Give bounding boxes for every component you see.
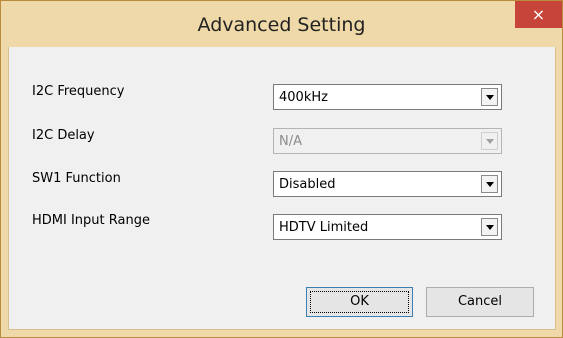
i2c-frequency-select[interactable]: 400kHz (273, 84, 502, 110)
hdmi-input-range-value: HDTV Limited (279, 220, 369, 235)
hdmi-input-range-select[interactable]: HDTV Limited (273, 214, 502, 240)
chevron-down-icon (481, 132, 498, 150)
cancel-button[interactable]: Cancel (426, 287, 534, 317)
dialog-title: Advanced Setting (197, 14, 366, 36)
chevron-down-icon[interactable] (481, 218, 498, 236)
close-icon: × (531, 5, 546, 24)
sw1-function-label: SW1 Function (32, 171, 121, 186)
i2c-frequency-value: 400kHz (279, 90, 328, 105)
sw1-function-value: Disabled (279, 177, 336, 192)
dialog-content: I2C Frequency 400kHz I2C Delay N/A SW1 F… (8, 47, 556, 330)
chevron-down-icon[interactable] (481, 88, 498, 106)
close-button[interactable]: × (515, 1, 562, 28)
title-bar[interactable]: Advanced Setting × (1, 1, 562, 47)
hdmi-input-range-label: HDMI Input Range (32, 213, 150, 228)
i2c-delay-value: N/A (279, 134, 302, 149)
i2c-delay-label: I2C Delay (32, 128, 95, 143)
ok-button-label: OK (350, 294, 369, 309)
chevron-down-icon[interactable] (481, 175, 498, 193)
ok-button[interactable]: OK (306, 287, 413, 317)
sw1-function-select[interactable]: Disabled (273, 171, 502, 197)
i2c-frequency-label: I2C Frequency (32, 84, 125, 99)
cancel-button-label: Cancel (457, 294, 503, 309)
i2c-delay-select: N/A (273, 128, 502, 154)
advanced-setting-dialog: Advanced Setting × I2C Frequency 400kHz … (0, 0, 563, 338)
